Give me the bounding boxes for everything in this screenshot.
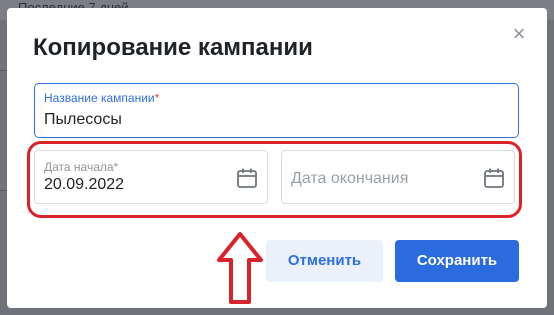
start-date-value: 20.09.2022: [44, 176, 125, 193]
up-arrow-icon: [217, 232, 263, 304]
required-mark: *: [154, 91, 160, 105]
start-date-field[interactable]: Дата начала* 20.09.2022: [34, 150, 268, 204]
calendar-icon[interactable]: [236, 167, 258, 189]
campaign-name-label: Название кампании*: [44, 91, 160, 105]
campaign-name-value: Пылесосы: [44, 111, 122, 128]
required-mark: *: [113, 160, 119, 174]
start-date-label: Дата начала*: [44, 160, 119, 174]
close-icon[interactable]: ×: [509, 23, 529, 45]
end-date-field[interactable]: Дата окончания: [281, 150, 515, 204]
save-button[interactable]: Сохранить: [395, 240, 519, 282]
end-date-placeholder: Дата окончания: [291, 170, 409, 187]
cancel-button[interactable]: Отменить: [266, 240, 383, 282]
campaign-name-field[interactable]: Название кампании* Пылесосы: [34, 83, 519, 138]
copy-campaign-dialog: × Копирование кампании Название кампании…: [7, 8, 547, 308]
dialog-title: Копирование кампании: [33, 34, 313, 61]
calendar-icon[interactable]: [483, 167, 505, 189]
